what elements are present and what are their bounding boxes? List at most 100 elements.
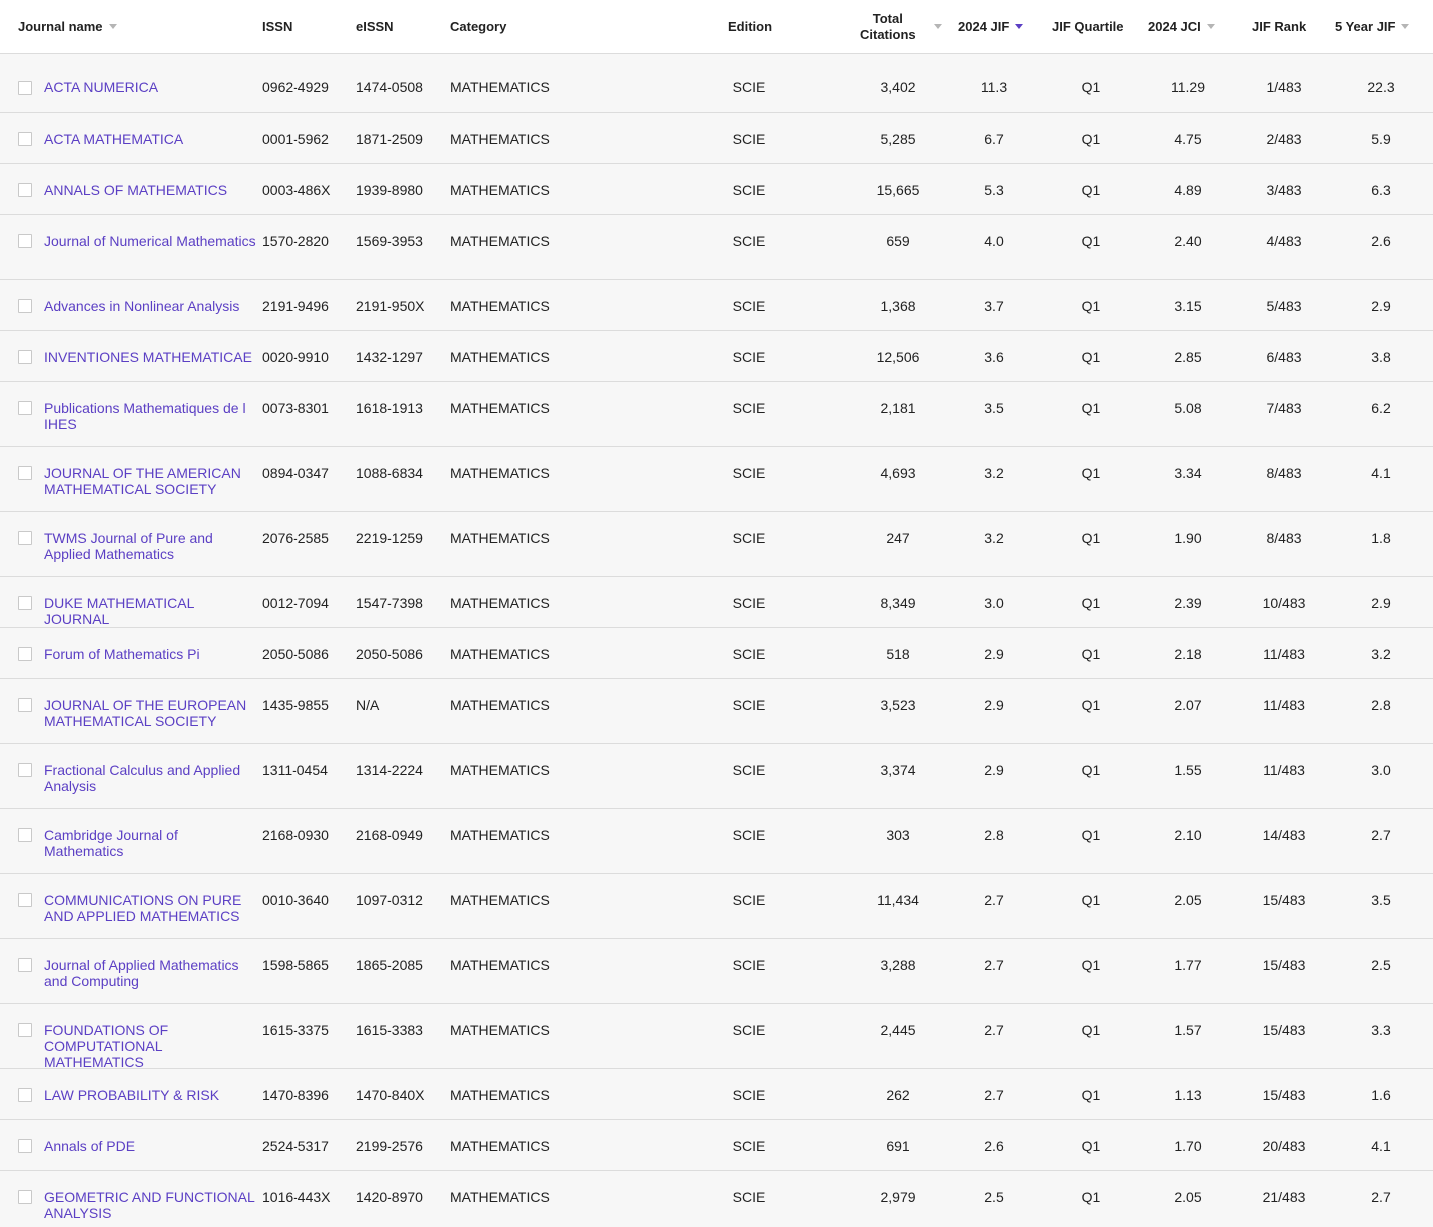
sort-icon[interactable] bbox=[1401, 24, 1410, 29]
header-total-citations[interactable]: Total Citations bbox=[860, 0, 942, 53]
issn-cell: 0894-0347 bbox=[262, 465, 329, 481]
row-checkbox[interactable] bbox=[18, 647, 32, 661]
quartile-cell: Q1 bbox=[1081, 400, 1101, 416]
jci-cell: 5.08 bbox=[1174, 400, 1202, 416]
journal-name-link[interactable]: Cambridge Journal of Mathematics bbox=[44, 827, 259, 859]
row-checkbox[interactable] bbox=[18, 234, 32, 248]
journal-table: Journal name ISSN eISSN Category Edition… bbox=[0, 0, 1433, 1227]
edition-cell: SCIE bbox=[732, 697, 766, 713]
jci-cell: 2.05 bbox=[1174, 1189, 1202, 1205]
row-checkbox[interactable] bbox=[18, 132, 32, 146]
citations-cell: 3,523 bbox=[880, 697, 916, 713]
row-checkbox[interactable] bbox=[18, 893, 32, 907]
row-checkbox[interactable] bbox=[18, 299, 32, 313]
quartile-cell: Q1 bbox=[1081, 827, 1101, 843]
journal-name-link[interactable]: Forum of Mathematics Pi bbox=[44, 646, 259, 662]
journal-name-link[interactable]: ACTA MATHEMATICA bbox=[44, 131, 259, 147]
issn-cell: 2191-9496 bbox=[262, 298, 329, 314]
eissn-cell: 1615-3383 bbox=[356, 1022, 423, 1038]
eissn-cell: 2050-5086 bbox=[356, 646, 423, 662]
five-year-jif-cell: 2.8 bbox=[1371, 697, 1391, 713]
jci-cell: 2.07 bbox=[1174, 697, 1202, 713]
row-checkbox[interactable] bbox=[18, 698, 32, 712]
header-journal-name[interactable]: Journal name bbox=[18, 0, 117, 53]
row-checkbox[interactable] bbox=[18, 466, 32, 480]
quartile-cell: Q1 bbox=[1081, 595, 1101, 611]
row-checkbox[interactable] bbox=[18, 81, 32, 95]
header-jci[interactable]: 2024 JCI bbox=[1148, 0, 1215, 53]
jif-cell: 3.7 bbox=[984, 298, 1004, 314]
row-checkbox[interactable] bbox=[18, 1190, 32, 1204]
header-jif[interactable]: 2024 JIF bbox=[958, 0, 1024, 53]
row-checkbox[interactable] bbox=[18, 1023, 32, 1037]
row-checkbox[interactable] bbox=[18, 958, 32, 972]
sort-icon[interactable] bbox=[108, 24, 117, 29]
table-row: JOURNAL OF THE EUROPEAN MATHEMATICAL SOC… bbox=[0, 679, 1433, 744]
journal-name-link[interactable]: Journal of Applied Mathematics and Compu… bbox=[44, 957, 259, 989]
jci-cell: 11.29 bbox=[1171, 79, 1205, 95]
issn-cell: 0962-4929 bbox=[262, 79, 329, 95]
sort-desc-icon[interactable] bbox=[1015, 24, 1024, 29]
five-year-jif-cell: 4.1 bbox=[1371, 465, 1391, 481]
eissn-cell: 2199-2576 bbox=[356, 1138, 423, 1154]
table-row: Journal of Applied Mathematics and Compu… bbox=[0, 939, 1433, 1004]
jci-cell: 1.13 bbox=[1174, 1087, 1202, 1103]
issn-cell: 1016-443X bbox=[262, 1189, 331, 1205]
row-checkbox[interactable] bbox=[18, 401, 32, 415]
five-year-jif-cell: 3.2 bbox=[1371, 646, 1391, 662]
journal-name-link[interactable]: JOURNAL OF THE EUROPEAN MATHEMATICAL SOC… bbox=[44, 697, 259, 729]
row-checkbox[interactable] bbox=[18, 596, 32, 610]
row-checkbox[interactable] bbox=[18, 183, 32, 197]
table-row: Advances in Nonlinear Analysis 2191-9496 2… bbox=[0, 280, 1433, 331]
jci-cell: 1.70 bbox=[1174, 1138, 1202, 1154]
citations-cell: 2,979 bbox=[880, 1189, 916, 1205]
row-checkbox[interactable] bbox=[18, 350, 32, 364]
table-row: Publications Mathematiques de l IHES 0073… bbox=[0, 382, 1433, 447]
header-eissn-label: eISSN bbox=[356, 18, 394, 34]
jif-cell: 4.0 bbox=[984, 233, 1004, 249]
journal-name-link[interactable]: Fractional Calculus and Applied Analysis bbox=[44, 762, 259, 794]
table-row: INVENTIONES MATHEMATICAE 0020-9910 1432-12… bbox=[0, 331, 1433, 382]
header-jif-label: 2024 JIF bbox=[958, 18, 1010, 34]
eissn-cell: N/A bbox=[356, 697, 380, 713]
edition-cell: SCIE bbox=[732, 131, 766, 147]
sort-icon[interactable] bbox=[933, 24, 942, 29]
row-checkbox[interactable] bbox=[18, 828, 32, 842]
journal-name-link[interactable]: GEOMETRIC AND FUNCTIONAL ANALYSIS bbox=[44, 1189, 259, 1221]
jif-cell: 3.0 bbox=[984, 595, 1004, 611]
jif-cell: 3.2 bbox=[984, 530, 1004, 546]
row-checkbox[interactable] bbox=[18, 531, 32, 545]
journal-name-link[interactable]: TWMS Journal of Pure and Applied Mathema… bbox=[44, 530, 259, 562]
category-cell: MATHEMATICS bbox=[450, 697, 550, 713]
row-checkbox[interactable] bbox=[18, 763, 32, 777]
journal-name-link[interactable]: Annals of PDE bbox=[44, 1138, 259, 1154]
category-cell: MATHEMATICS bbox=[450, 465, 550, 481]
journal-name-link[interactable]: JOURNAL OF THE AMERICAN MATHEMATICAL SOC… bbox=[44, 465, 259, 497]
journal-name-link[interactable]: DUKE MATHEMATICAL JOURNAL bbox=[44, 595, 259, 627]
row-checkbox[interactable] bbox=[18, 1088, 32, 1102]
journal-name-link[interactable]: Advances in Nonlinear Analysis bbox=[44, 298, 259, 314]
journal-name-link[interactable]: COMMUNICATIONS ON PURE AND APPLIED MATHE… bbox=[44, 892, 259, 924]
sort-icon[interactable] bbox=[1206, 24, 1215, 29]
issn-cell: 1435-9855 bbox=[262, 697, 329, 713]
journal-name-link[interactable]: Publications Mathematiques de l IHES bbox=[44, 400, 259, 432]
quartile-cell: Q1 bbox=[1081, 762, 1101, 778]
issn-cell: 1615-3375 bbox=[262, 1022, 329, 1038]
row-checkbox[interactable] bbox=[18, 1139, 32, 1153]
journal-name-link[interactable]: Journal of Numerical Mathematics bbox=[44, 233, 259, 249]
edition-cell: SCIE bbox=[732, 79, 766, 95]
journal-name-link[interactable]: FOUNDATIONS OF COMPUTATIONAL MATHEMATICS bbox=[44, 1022, 259, 1070]
quartile-cell: Q1 bbox=[1081, 1138, 1101, 1154]
category-cell: MATHEMATICS bbox=[450, 400, 550, 416]
table-row: COMMUNICATIONS ON PURE AND APPLIED MATHE… bbox=[0, 874, 1433, 939]
five-year-jif-cell: 2.9 bbox=[1371, 298, 1391, 314]
journal-name-link[interactable]: INVENTIONES MATHEMATICAE bbox=[44, 349, 259, 365]
five-year-jif-cell: 1.8 bbox=[1371, 530, 1391, 546]
header-five-year-jif[interactable]: 5 Year JIF bbox=[1335, 0, 1410, 53]
journal-name-link[interactable]: ACTA NUMERICA bbox=[44, 79, 259, 95]
category-cell: MATHEMATICS bbox=[450, 298, 550, 314]
journal-name-link[interactable]: ANNALS OF MATHEMATICS bbox=[44, 182, 259, 198]
header-jif-quartile-label: JIF Quartile bbox=[1052, 18, 1124, 34]
journal-name-link[interactable]: LAW PROBABILITY & RISK bbox=[44, 1087, 259, 1103]
rank-cell: 8/483 bbox=[1266, 465, 1302, 481]
